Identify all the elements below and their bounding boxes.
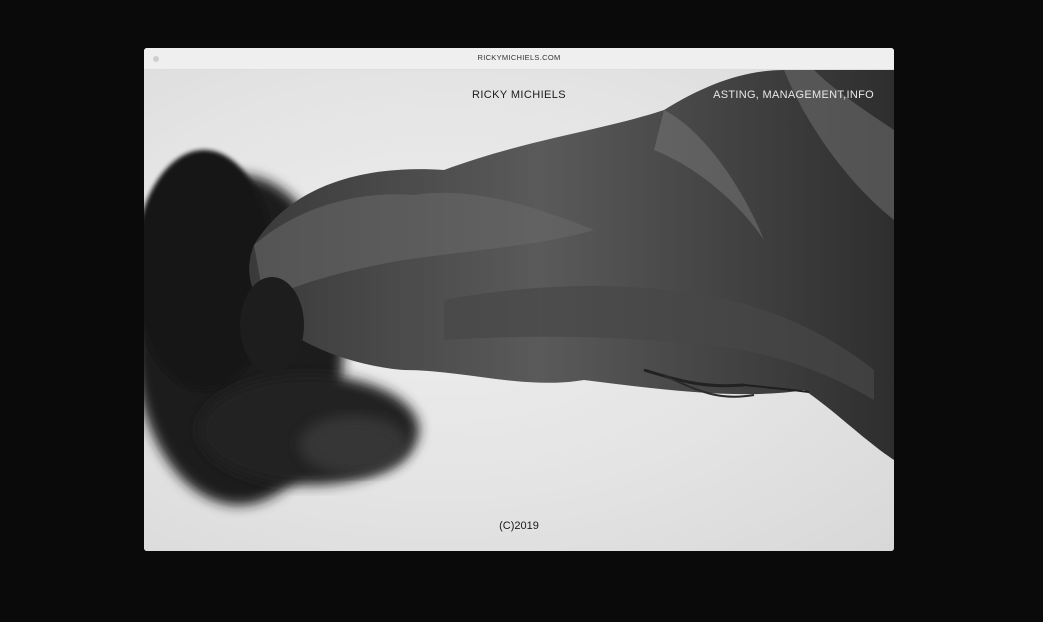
- browser-window: RICKYMICHIELS.COM RICKY MICHIELS ASTING,…: [144, 48, 894, 551]
- head-shape: [240, 277, 304, 373]
- page-viewport: RICKY MICHIELS ASTING, MANAGEMENT,INFO (…: [144, 70, 894, 551]
- main-nav: ASTING, MANAGEMENT,INFO: [713, 89, 874, 101]
- copyright-text: (C)2019: [499, 520, 539, 532]
- browser-url[interactable]: RICKYMICHIELS.COM: [144, 53, 894, 62]
- hero-photo: [144, 70, 894, 505]
- browser-title-bar: RICKYMICHIELS.COM: [144, 48, 894, 70]
- nav-info-link[interactable]: INFO: [847, 89, 874, 101]
- nav-management-link[interactable]: MANAGEMENT,: [763, 89, 847, 101]
- nav-casting-link[interactable]: ASTING,: [713, 89, 759, 101]
